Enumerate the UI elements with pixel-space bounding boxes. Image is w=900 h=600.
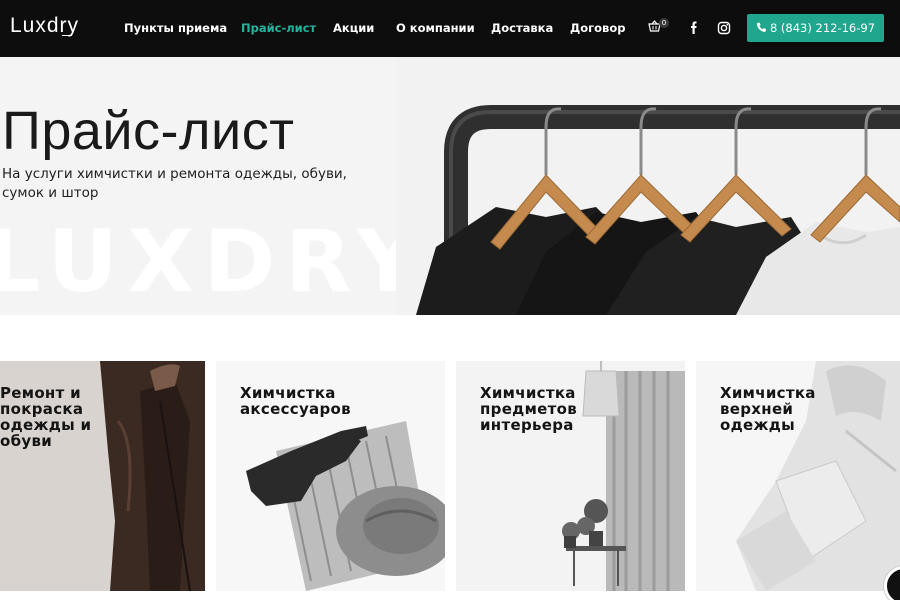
facebook-icon xyxy=(691,21,697,34)
hero-banner: LUXDRY Прайс-лист На услуги химчистки и … xyxy=(0,57,900,315)
card-title: Химчистка предметов интерьера xyxy=(480,384,578,434)
cart-button[interactable]: 0 xyxy=(648,18,672,38)
phone-number: 8 (843) 212-16-97 xyxy=(769,21,876,35)
service-card-outerwear[interactable]: Химчистка верхней одежды xyxy=(696,361,900,591)
phone-icon xyxy=(756,22,766,32)
logo-underline xyxy=(62,35,72,36)
hero-watermark: LUXDRY xyxy=(0,212,430,312)
service-card-interior[interactable]: Химчистка предметов интерьера xyxy=(456,361,685,591)
phone-button[interactable]: 8 (843) 212-16-97 xyxy=(747,14,884,42)
nav-item-about[interactable]: О компании xyxy=(396,20,475,36)
service-cards: Ремонт и покраска одежды и обуви Химчист… xyxy=(0,361,900,591)
hero-image-clothes-rack xyxy=(396,57,900,315)
card-title: Ремонт и покраска одежды и обуви xyxy=(0,384,92,450)
nav-item-contract[interactable]: Договор xyxy=(570,20,625,36)
site-header: Luxdry Пункты приема Прайс-лист Акции О … xyxy=(0,0,900,57)
instagram-icon xyxy=(717,21,731,35)
page-title: Прайс-лист xyxy=(2,101,295,161)
logo-text: Luxdry xyxy=(10,14,80,37)
service-card-repair[interactable]: Ремонт и покраска одежды и обуви xyxy=(0,361,205,591)
instagram-link[interactable] xyxy=(716,20,732,36)
card-title: Химчистка аксессуаров xyxy=(240,384,351,418)
service-card-accessories[interactable]: Химчистка аксессуаров xyxy=(216,361,445,591)
facebook-link[interactable] xyxy=(686,20,702,36)
nav-item-collection-points[interactable]: Пункты приема xyxy=(124,20,227,36)
cart-count-badge: 0 xyxy=(659,18,669,28)
card-title: Химчистка верхней одежды xyxy=(720,384,816,434)
logo[interactable]: Luxdry xyxy=(10,12,79,40)
page-subtitle: На услуги химчистки и ремонта одежды, об… xyxy=(2,166,347,201)
nav-item-delivery[interactable]: Доставка xyxy=(491,20,553,36)
nav-item-promotions[interactable]: Акции xyxy=(333,20,374,36)
nav-item-price-list[interactable]: Прайс-лист xyxy=(241,20,316,36)
